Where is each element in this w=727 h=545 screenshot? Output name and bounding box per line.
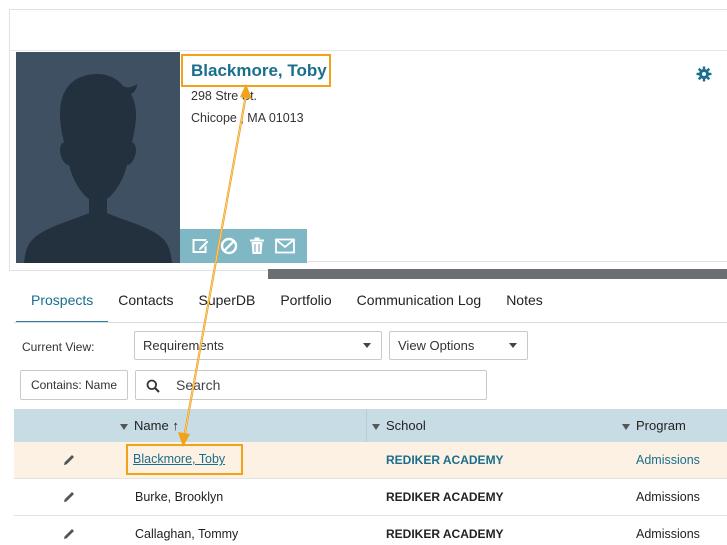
profile-name-link[interactable]: Blackmore, Toby xyxy=(191,61,327,81)
trash-icon xyxy=(250,237,264,254)
prospect-name-cell[interactable]: Callaghan, Tommy xyxy=(135,516,238,545)
school-cell: REDIKER ACADEMY xyxy=(386,490,504,504)
profile-card: Blackmore, Toby 298 Stre St. Chicope , M… xyxy=(9,9,727,271)
edit-icon xyxy=(192,239,210,253)
avatar xyxy=(16,52,180,263)
email-button[interactable] xyxy=(274,235,296,257)
tabs-divider xyxy=(14,322,727,323)
tab-communication-log[interactable]: Communication Log xyxy=(357,287,482,323)
filter-icon[interactable] xyxy=(622,423,630,430)
avatar-silhouette-icon xyxy=(16,52,180,263)
program-cell: Admissions xyxy=(636,527,700,541)
sort-asc-icon: ↑ xyxy=(172,418,179,433)
prospect-name-cell[interactable]: Burke, Brooklyn xyxy=(135,479,223,516)
profile-action-bar xyxy=(180,229,307,263)
filter-icon[interactable] xyxy=(372,423,380,430)
current-view-value: Requirements xyxy=(143,338,224,353)
deactivate-button[interactable] xyxy=(218,235,240,257)
table-row[interactable]: Callaghan, Tommy REDIKER ACADEMY Admissi… xyxy=(14,516,727,545)
column-header-name[interactable]: Name ↑ xyxy=(120,409,179,442)
block-icon xyxy=(220,237,238,255)
program-cell: Admissions xyxy=(636,490,700,504)
chevron-down-icon xyxy=(509,343,517,348)
edit-button[interactable] xyxy=(190,235,212,257)
filter-icon[interactable] xyxy=(120,423,128,430)
address-line-2: Chicope , MA 01013 xyxy=(191,111,304,125)
current-view-label: Current View: xyxy=(22,340,95,354)
search-input[interactable] xyxy=(176,372,476,398)
tab-portfolio[interactable]: Portfolio xyxy=(280,287,331,323)
prospect-name-link[interactable]: Blackmore, Toby xyxy=(133,442,225,477)
school-cell: REDIKER ACADEMY xyxy=(386,453,504,467)
program-cell: Admissions xyxy=(636,453,700,467)
profile-name-highlight: Blackmore, Toby xyxy=(181,54,331,87)
pencil-icon[interactable] xyxy=(62,490,76,504)
section-band xyxy=(268,269,727,279)
view-options-label: View Options xyxy=(398,338,475,353)
record-tabs: Prospects Contacts SuperDB Portfolio Com… xyxy=(16,287,568,323)
card-bottom-rule xyxy=(307,261,727,262)
pencil-icon[interactable] xyxy=(62,527,76,541)
table-row[interactable]: Burke, Brooklyn REDIKER ACADEMY Admissio… xyxy=(14,479,727,516)
delete-button[interactable] xyxy=(246,235,268,257)
contains-filter-button[interactable]: Contains: Name xyxy=(20,370,128,400)
chevron-down-icon xyxy=(363,343,371,348)
tab-notes[interactable]: Notes xyxy=(506,287,543,323)
gear-icon[interactable] xyxy=(696,66,712,82)
table-header: Name ↑ School Program xyxy=(14,409,727,442)
search-box xyxy=(135,370,487,400)
mail-icon xyxy=(275,238,295,254)
pencil-icon[interactable] xyxy=(62,453,76,467)
tab-contacts[interactable]: Contacts xyxy=(118,287,173,323)
column-header-program[interactable]: Program xyxy=(622,409,686,442)
column-header-school[interactable]: School xyxy=(372,409,426,442)
tab-prospects[interactable]: Prospects xyxy=(16,287,109,323)
view-options-select[interactable]: View Options xyxy=(389,331,528,360)
table-row[interactable]: Blackmore, Toby REDIKER ACADEMY Admissio… xyxy=(14,442,727,479)
address-line-1: 298 Stre St. xyxy=(191,89,258,103)
school-cell: REDIKER ACADEMY xyxy=(386,527,504,541)
tab-superdb[interactable]: SuperDB xyxy=(199,287,256,323)
column-divider[interactable] xyxy=(366,409,367,442)
card-divider xyxy=(10,50,727,51)
search-icon xyxy=(146,379,160,393)
current-view-select[interactable]: Requirements xyxy=(134,331,382,360)
